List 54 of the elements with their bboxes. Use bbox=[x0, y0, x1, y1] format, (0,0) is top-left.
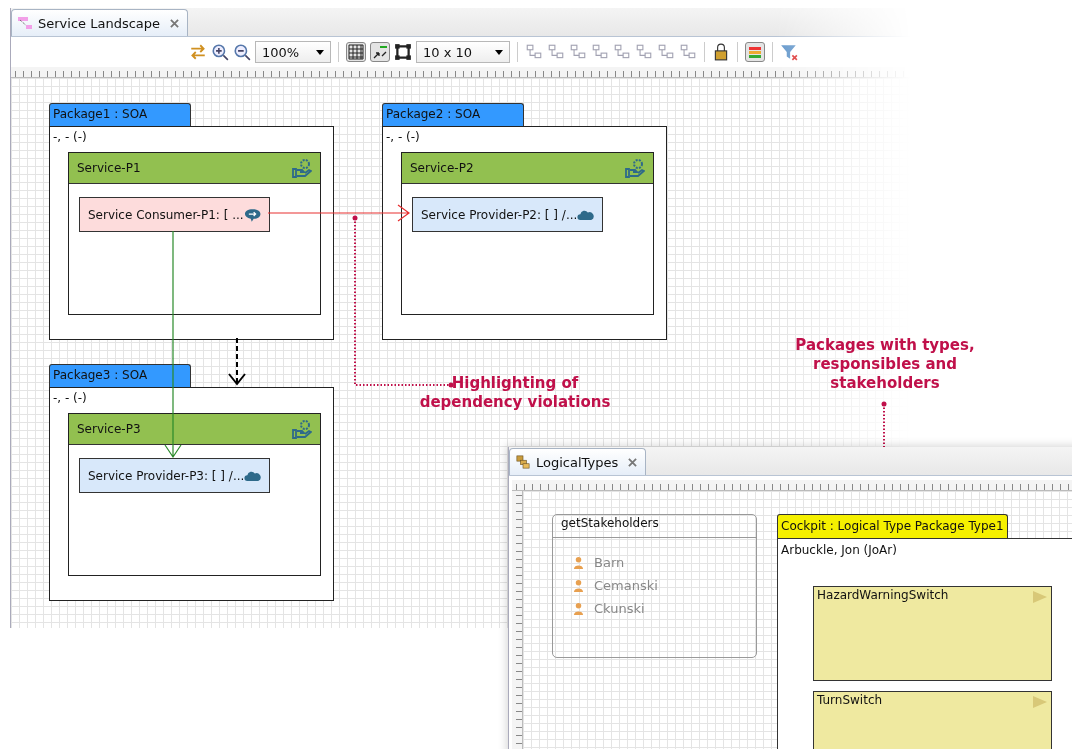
person-icon bbox=[573, 602, 584, 615]
tab-label: LogicalTypes bbox=[536, 454, 619, 470]
stakeholder-title: getStakeholders bbox=[553, 515, 756, 538]
grid-size-dropdown[interactable]: 10 x 10 bbox=[416, 41, 510, 63]
tab-label: Service Landscape bbox=[38, 15, 160, 31]
lock-icon[interactable] bbox=[712, 43, 730, 61]
package-info: -, - (-) bbox=[53, 130, 87, 144]
stakeholder-name: Ckunski bbox=[594, 601, 645, 616]
layout-icon[interactable] bbox=[657, 43, 675, 61]
service-component[interactable]: Service Provider-P3: [ ] /... bbox=[79, 458, 270, 493]
color-bars-icon[interactable] bbox=[745, 42, 765, 62]
stakeholder-name: Barn bbox=[594, 555, 625, 570]
triangle-icon bbox=[1032, 695, 1048, 709]
logical-type-box[interactable]: TurnSwitch bbox=[813, 691, 1052, 749]
layout-icon[interactable] bbox=[547, 43, 565, 61]
service-title: Service-P3 bbox=[77, 422, 141, 436]
bounds-icon[interactable] bbox=[394, 43, 412, 61]
layout-icon[interactable] bbox=[679, 43, 697, 61]
editor-tab[interactable]: LogicalTypes bbox=[509, 448, 647, 475]
layout-icon[interactable] bbox=[635, 43, 653, 61]
callout-text: Highlighting of dependency violations bbox=[418, 374, 612, 412]
package-dependency-arrow bbox=[227, 338, 247, 386]
close-icon[interactable] bbox=[170, 18, 179, 28]
filter-icon[interactable] bbox=[780, 43, 798, 61]
hand-gear-icon bbox=[292, 158, 312, 178]
diagram-icon bbox=[18, 16, 32, 30]
responsible-name: Arbuckle, Jon (JoAr) bbox=[781, 543, 897, 557]
speech-bubble-icon bbox=[243, 207, 261, 222]
grid-icon[interactable] bbox=[346, 42, 366, 62]
service-title: Service-P2 bbox=[410, 161, 474, 175]
service-component[interactable]: Service Provider-P2: [ ] /... bbox=[412, 197, 603, 232]
layout-icon[interactable] bbox=[569, 43, 587, 61]
editor-tab[interactable]: Service Landscape bbox=[11, 9, 188, 36]
zoom-in-icon[interactable] bbox=[211, 43, 229, 61]
folder-stack-icon bbox=[516, 455, 530, 469]
hand-gear-icon bbox=[292, 419, 312, 439]
snap-icon[interactable] bbox=[370, 42, 390, 62]
layout-icon[interactable] bbox=[525, 43, 543, 61]
service-title: Service-P1 bbox=[77, 161, 141, 175]
callout-text: Packages with types, responsibles and stakeholders bbox=[794, 336, 976, 393]
logical-type-box[interactable]: HazardWarningSwitch bbox=[813, 586, 1052, 681]
hand-gear-icon bbox=[625, 158, 645, 178]
person-icon bbox=[573, 556, 584, 569]
zoom-dropdown[interactable]: 100% bbox=[255, 41, 331, 63]
close-icon[interactable] bbox=[628, 457, 638, 467]
stakeholder-name: Cemanski bbox=[594, 578, 658, 593]
package-info: -, - (-) bbox=[386, 130, 420, 144]
person-icon bbox=[573, 579, 584, 592]
zoom-out-icon[interactable] bbox=[233, 43, 251, 61]
layout-icon[interactable] bbox=[591, 43, 609, 61]
service-component[interactable]: Service Consumer-P1: [ ... bbox=[79, 197, 270, 232]
triangle-icon bbox=[1032, 590, 1048, 604]
layout-icon[interactable] bbox=[613, 43, 631, 61]
package-info: -, - (-) bbox=[53, 391, 87, 405]
